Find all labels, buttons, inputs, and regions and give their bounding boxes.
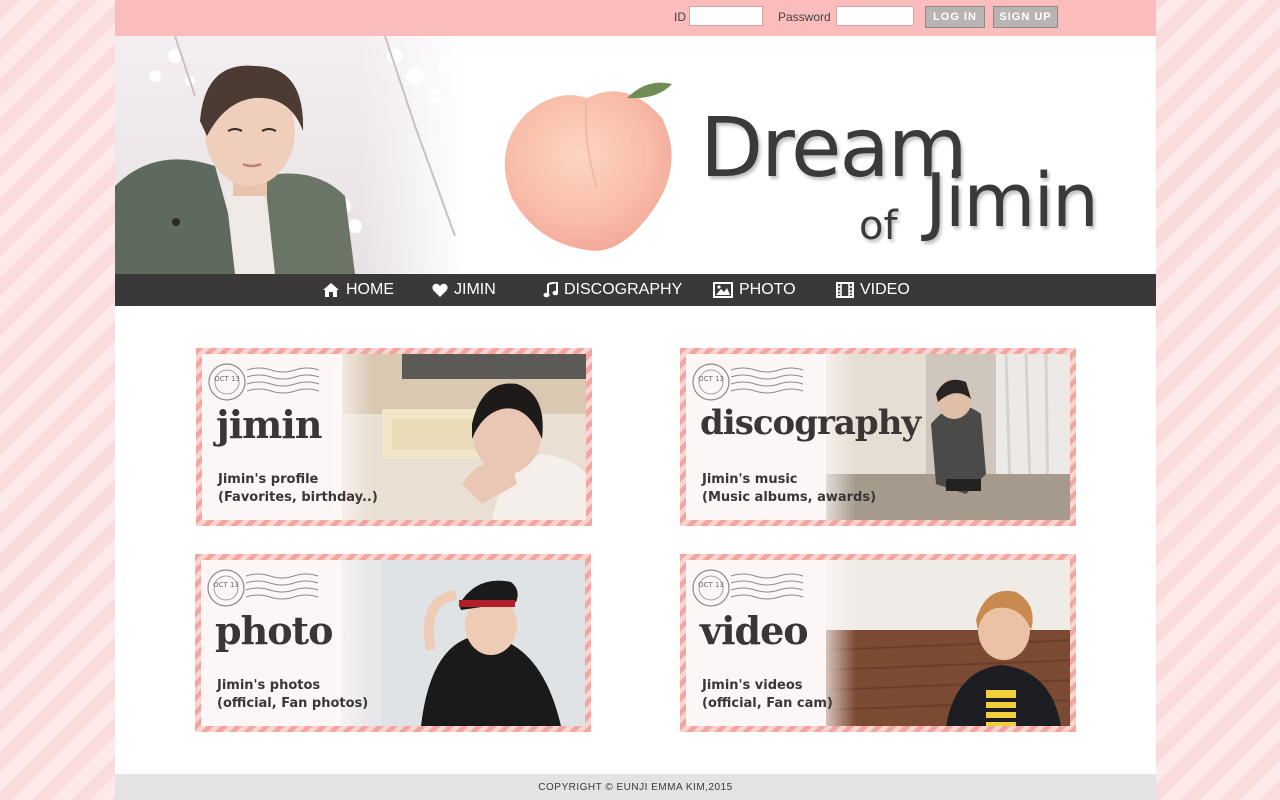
music-note-icon <box>543 282 558 298</box>
film-icon <box>836 282 854 298</box>
nav-label-jimin: JIMIN <box>454 281 496 298</box>
card-jimin[interactable]: OCT 13 jimin Jimin's profile (Favorites,… <box>196 348 592 526</box>
site-header: Dream of Jimin <box>115 36 1156 274</box>
postmark-icon: OCT 13 <box>692 363 804 401</box>
card-discography[interactable]: OCT 13 discography Jimin's music (Music … <box>680 348 1076 526</box>
nav-item-video[interactable]: VIDEO <box>836 274 910 306</box>
postmark-icon: OCT 13 <box>692 569 804 607</box>
id-label: ID <box>674 10 686 24</box>
nav-label-photo: PHOTO <box>739 281 796 298</box>
nav-label-home: HOME <box>346 281 394 298</box>
card-subtitle: Jimin's photos <box>217 678 321 693</box>
main-nav: HOME JIMIN DISCOGRAPHY PHOTO VIDEO <box>115 274 1156 306</box>
peach-icon <box>504 82 672 251</box>
card-subtitle: Jimin's profile <box>218 472 319 487</box>
footer: COPYRIGHT © EUNJI EMMA KIM,2015 <box>115 774 1156 800</box>
nav-item-home[interactable]: HOME <box>322 274 394 306</box>
postmark-icon: OCT 13 <box>207 569 319 607</box>
card-photo <box>825 560 1070 726</box>
card-video[interactable]: OCT 13 video Jimin's videos (official, F… <box>680 554 1076 732</box>
card-title: video <box>700 608 809 653</box>
login-button[interactable]: LOG IN <box>925 6 985 28</box>
postmark-icon: OCT 13 <box>208 363 320 401</box>
svg-text:OCT 13: OCT 13 <box>214 375 240 383</box>
nav-item-discography[interactable]: DISCOGRAPHY <box>543 274 682 306</box>
svg-text:OCT 13: OCT 13 <box>213 581 239 589</box>
nav-label-video: VIDEO <box>860 281 910 298</box>
card-description: (Music albums, awards) <box>702 490 877 505</box>
card-photo <box>342 354 586 520</box>
nav-item-jimin[interactable]: JIMIN <box>432 274 496 306</box>
id-input[interactable] <box>689 6 763 26</box>
card-inner: OCT 13 discography Jimin's music (Music … <box>686 354 1070 520</box>
card-description: (official, Fan photos) <box>217 696 369 711</box>
header-photo <box>115 36 465 274</box>
card-inner: OCT 13 jimin Jimin's profile (Favorites,… <box>202 354 586 520</box>
logo-of: of <box>859 203 898 249</box>
card-photo-section[interactable]: OCT 13 photo Jimin's photos (official, F… <box>195 554 591 732</box>
heart-icon <box>432 283 448 297</box>
card-description: (official, Fan cam) <box>702 696 833 711</box>
card-description: (Favorites, birthday..) <box>218 490 378 505</box>
card-subtitle: Jimin's videos <box>702 678 803 693</box>
card-title: discography <box>700 403 921 443</box>
card-subtitle: Jimin's music <box>702 472 798 487</box>
nav-label-discography: DISCOGRAPHY <box>564 281 683 298</box>
card-title: jimin <box>216 402 322 447</box>
image-icon <box>713 282 733 298</box>
svg-text:OCT 13: OCT 13 <box>698 581 724 589</box>
nav-item-photo[interactable]: PHOTO <box>713 274 796 306</box>
login-bar: ID Password LOG IN SIGN UP <box>115 0 1156 36</box>
card-inner: OCT 13 video Jimin's videos (official, F… <box>686 560 1070 726</box>
card-photo <box>341 560 585 726</box>
home-icon <box>323 283 339 297</box>
signup-button[interactable]: SIGN UP <box>993 6 1058 28</box>
copyright-text: COPYRIGHT © EUNJI EMMA KIM,2015 <box>538 782 733 793</box>
card-title: photo <box>215 608 333 653</box>
card-inner: OCT 13 photo Jimin's photos (official, F… <box>201 560 585 726</box>
svg-text:OCT 13: OCT 13 <box>698 375 724 383</box>
logo-jimin: Jimin <box>925 158 1099 244</box>
page-container: ID Password LOG IN SIGN UP Dream of Jimi… <box>115 0 1156 800</box>
password-input[interactable] <box>836 6 914 26</box>
password-label: Password <box>778 10 831 24</box>
